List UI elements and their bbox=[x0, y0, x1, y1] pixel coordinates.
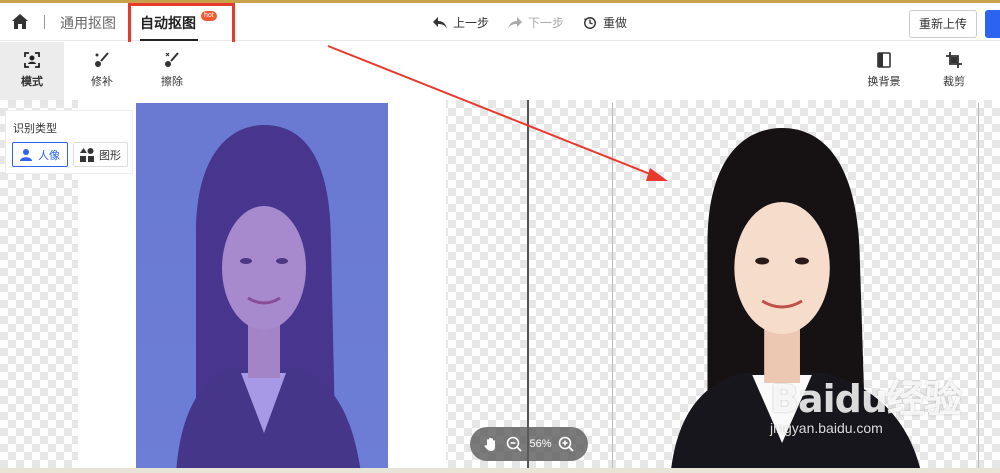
tool-crop[interactable]: 裁剪 bbox=[922, 42, 986, 100]
zoom-out-icon[interactable] bbox=[506, 436, 523, 452]
redo-label: 下一步 bbox=[528, 16, 565, 30]
original-photo-with-mask[interactable] bbox=[136, 103, 388, 473]
recognition-option-person-label: 人像 bbox=[38, 149, 60, 162]
background-icon bbox=[877, 52, 891, 68]
portrait-illustration-left bbox=[136, 103, 388, 473]
tool-mode[interactable]: 模式 bbox=[0, 42, 64, 100]
reset-icon bbox=[583, 16, 596, 29]
home-icon[interactable] bbox=[10, 12, 30, 32]
recognition-type-panel: 识别类型 人像 图形 bbox=[5, 110, 133, 174]
erase-brush-icon bbox=[165, 52, 179, 67]
crop-icon bbox=[946, 52, 962, 68]
redo-button[interactable]: 下一步 bbox=[507, 14, 564, 31]
tool-erase[interactable]: 擦除 bbox=[140, 42, 204, 100]
hand-pan-icon[interactable] bbox=[483, 436, 499, 452]
undo-button[interactable]: 上一步 bbox=[432, 14, 489, 31]
header: 通用抠图 自动抠图 hot 上一步 下一步 重做 重新上传 bbox=[0, 3, 1000, 41]
tool-repair[interactable]: 修补 bbox=[70, 42, 134, 100]
recognition-option-shape[interactable]: 图形 bbox=[73, 142, 128, 167]
tool-mode-label: 模式 bbox=[21, 76, 43, 88]
result-canvas[interactable] bbox=[612, 103, 979, 473]
reset-label: 重做 bbox=[603, 16, 628, 30]
person-icon bbox=[20, 148, 32, 161]
zoom-in-icon[interactable] bbox=[558, 436, 575, 452]
tool-crop-label: 裁剪 bbox=[943, 76, 965, 88]
recognition-option-person[interactable]: 人像 bbox=[12, 142, 68, 167]
tool-erase-label: 擦除 bbox=[161, 76, 183, 88]
primary-action-button[interactable] bbox=[985, 10, 1000, 38]
undo-label: 上一步 bbox=[453, 16, 490, 30]
recognition-type-title: 识别类型 bbox=[13, 123, 57, 135]
hot-badge: hot bbox=[201, 11, 217, 21]
portrait-illustration-right bbox=[670, 128, 922, 473]
reupload-button[interactable]: 重新上传 bbox=[909, 10, 977, 38]
undo-icon bbox=[433, 16, 447, 29]
recognition-option-shape-label: 图形 bbox=[99, 149, 121, 162]
repair-brush-icon bbox=[95, 52, 109, 67]
mode-icon bbox=[24, 52, 40, 68]
reset-button[interactable]: 重做 bbox=[582, 14, 627, 31]
bottom-bar bbox=[0, 468, 1000, 473]
zoom-level: 56% bbox=[529, 438, 552, 450]
header-separator bbox=[44, 15, 45, 29]
tool-change-background-label: 换背景 bbox=[867, 76, 901, 88]
tab-auto-cutout[interactable]: 自动抠图 bbox=[140, 13, 196, 33]
editor-canvas[interactable] bbox=[0, 100, 1000, 473]
tab-general-cutout[interactable]: 通用抠图 bbox=[60, 13, 116, 33]
tool-repair-label: 修补 bbox=[91, 76, 113, 88]
active-tab-underline bbox=[140, 39, 198, 41]
redo-icon bbox=[508, 16, 522, 29]
zoom-controls: 56% bbox=[470, 427, 588, 461]
tool-change-background[interactable]: 换背景 bbox=[852, 42, 916, 100]
compare-divider[interactable] bbox=[527, 100, 529, 473]
toolbar: 模式 修补 擦除 换背景 裁剪 bbox=[0, 42, 1000, 100]
shapes-icon bbox=[80, 147, 94, 162]
